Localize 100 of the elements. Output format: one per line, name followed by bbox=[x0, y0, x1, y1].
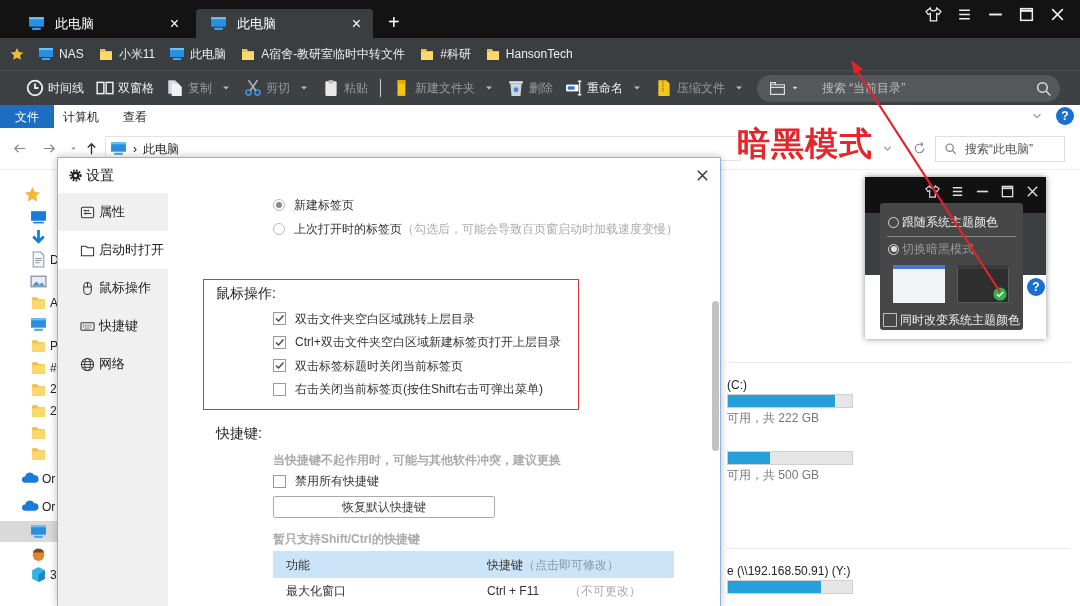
clock-icon bbox=[26, 79, 44, 97]
option-label: 同时改变系统主题颜色 bbox=[900, 312, 1020, 329]
toolbar-button[interactable]: 重命名 bbox=[565, 79, 643, 97]
close-icon[interactable] bbox=[1049, 6, 1066, 23]
checkbox[interactable] bbox=[273, 359, 286, 373]
rename-icon bbox=[565, 79, 583, 97]
computer-icon bbox=[30, 523, 47, 540]
recycle-bin-icon bbox=[507, 79, 525, 97]
table-cell-text: 最大化窗口 bbox=[285, 583, 347, 600]
nav-item[interactable]: 2 bbox=[0, 399, 57, 422]
bookmark-link[interactable]: NAS bbox=[38, 45, 84, 63]
globe-icon bbox=[80, 356, 95, 372]
sidebar-item[interactable]: 启动时打开 bbox=[58, 231, 168, 269]
star-icon bbox=[24, 186, 41, 204]
light-theme-thumbnail[interactable] bbox=[893, 265, 945, 303]
nav-item[interactable]: A bbox=[0, 291, 57, 314]
bookmark-link[interactable]: 小米11 bbox=[97, 45, 156, 63]
clipboard-icon bbox=[322, 79, 340, 97]
menu-icon[interactable] bbox=[956, 6, 973, 23]
checkbox[interactable] bbox=[273, 312, 286, 326]
maximize-icon[interactable] bbox=[1000, 184, 1015, 199]
reset-button[interactable]: 恢复默认快捷键 bbox=[273, 496, 495, 518]
menu-icon[interactable] bbox=[950, 184, 965, 199]
computer-icon bbox=[210, 15, 227, 32]
tab-close-button[interactable]: × bbox=[351, 15, 361, 32]
option-label: 禁用所有快捷键 bbox=[295, 473, 379, 490]
sidebar-item[interactable]: 属性 bbox=[58, 193, 168, 231]
checkbox[interactable] bbox=[883, 313, 897, 327]
settings-icon bbox=[69, 169, 82, 182]
nav-item[interactable]: 3 bbox=[0, 563, 57, 586]
computer-icon bbox=[169, 46, 186, 62]
tab-close-button[interactable]: × bbox=[169, 15, 179, 32]
ribbon-tab[interactable]: 文件 bbox=[0, 105, 54, 128]
help-button[interactable]: ? bbox=[1027, 278, 1045, 296]
folder-icon bbox=[419, 46, 436, 62]
folder-icon bbox=[30, 402, 47, 420]
browser-tab[interactable]: 此电脑 × bbox=[14, 9, 191, 38]
refresh-icon[interactable] bbox=[912, 141, 927, 156]
toolbar-button[interactable]: 双窗格 bbox=[96, 79, 154, 97]
search-icon bbox=[1035, 79, 1052, 97]
breadcrumb-separator: › bbox=[133, 140, 137, 158]
nav-item[interactable]: Or bbox=[0, 492, 57, 521]
star-icon bbox=[10, 47, 24, 61]
folder-icon bbox=[30, 337, 47, 355]
option-label: 双击文件夹空白区域跳转上层目录 bbox=[295, 310, 475, 328]
dark-theme-thumbnail[interactable] bbox=[957, 265, 1009, 303]
nav-item[interactable]: 2 bbox=[0, 378, 57, 400]
nav-item[interactable]: # bbox=[0, 356, 57, 379]
sidebar-item[interactable]: 网络 bbox=[58, 345, 168, 383]
bookmark-link[interactable]: #科研 bbox=[419, 45, 471, 63]
folder-icon bbox=[30, 445, 47, 463]
option-label: 新建标签页 bbox=[294, 197, 354, 214]
option-label: Ctrl+双击文件夹空白区域新建标签页打开上层目录 bbox=[295, 334, 561, 352]
close-icon[interactable] bbox=[1025, 184, 1040, 199]
close-icon[interactable] bbox=[695, 168, 710, 183]
section-heading: 鼠标操作: bbox=[216, 285, 277, 301]
nav-item[interactable]: Or bbox=[0, 464, 57, 493]
ribbon-tab[interactable]: 计算机 bbox=[54, 105, 108, 128]
check-icon bbox=[993, 287, 1007, 301]
option-label: 双击标签标题时关闭当前标签页 bbox=[295, 357, 463, 375]
bookmark-link[interactable]: HansonTech bbox=[484, 45, 573, 63]
search-field[interactable]: 搜索“此电脑” bbox=[935, 135, 1065, 162]
table-cell[interactable]: Ctrl + F11 bbox=[487, 582, 569, 600]
scrollbar-thumb[interactable] bbox=[712, 301, 719, 451]
nav-item[interactable] bbox=[0, 520, 57, 543]
two-panes-icon bbox=[96, 79, 114, 97]
checkbox[interactable] bbox=[273, 382, 286, 396]
drive-space: 可用，共 500 GB bbox=[727, 468, 821, 482]
shirt-icon[interactable] bbox=[925, 6, 942, 23]
option-label: 上次打开时的标签页（勾选后，可能会导致百页窗启动时加载速度变慢） bbox=[294, 221, 678, 238]
computer-icon bbox=[110, 140, 127, 157]
folder-icon bbox=[30, 359, 47, 377]
download-icon bbox=[30, 229, 47, 247]
bookmark-link[interactable]: 此电脑 bbox=[169, 45, 227, 63]
mouse-icon bbox=[80, 280, 95, 296]
breadcrumb-item[interactable]: 此电脑 bbox=[143, 139, 179, 158]
shirt-icon[interactable] bbox=[925, 184, 940, 199]
ribbon-tab[interactable]: 查看 bbox=[108, 105, 162, 128]
section-heading: 快捷键: bbox=[216, 424, 263, 442]
properties-icon bbox=[80, 204, 95, 220]
search-icon bbox=[944, 142, 957, 155]
bookmark-link[interactable]: A宿舍-教研室临时中转文件 bbox=[240, 45, 406, 63]
table-cell-text: （不可更改） bbox=[569, 583, 641, 600]
sidebar-item[interactable]: 快捷键 bbox=[58, 307, 168, 345]
copy-icon bbox=[166, 79, 184, 97]
folder-icon bbox=[484, 46, 501, 62]
folder-outline-icon bbox=[769, 79, 786, 97]
drive-space: 可用，共 222 GB bbox=[727, 411, 821, 425]
checkbox[interactable] bbox=[273, 474, 286, 488]
column-header: 快捷键（点击即可修改） bbox=[487, 556, 619, 574]
sidebar-item[interactable]: 鼠标操作 bbox=[58, 269, 168, 307]
toolbar-button[interactable]: 时间线 bbox=[26, 79, 84, 97]
browser-tab[interactable]: 此电脑 × bbox=[196, 9, 373, 38]
dialog-title: 设置 bbox=[86, 166, 114, 185]
new-tab-button[interactable]: + bbox=[388, 12, 400, 32]
checkbox[interactable] bbox=[273, 335, 286, 349]
nav-item[interactable]: P bbox=[0, 335, 57, 357]
maximize-icon[interactable] bbox=[1018, 6, 1035, 23]
help-button[interactable]: ? bbox=[1056, 107, 1074, 125]
computer-icon bbox=[38, 46, 54, 62]
